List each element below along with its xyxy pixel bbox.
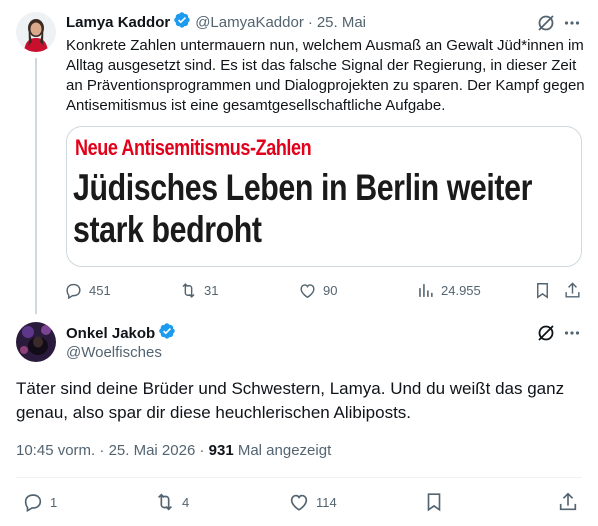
repost-button[interactable]: 4 [154,491,189,513]
grok-icon[interactable] [536,323,556,348]
verified-badge-icon [173,11,191,33]
more-icon[interactable] [562,323,582,348]
reply-count: 451 [89,283,111,298]
tweet-header: Onkel Jakob [66,322,176,344]
reply-button[interactable]: 451 [64,281,111,300]
tweet-header: Lamya Kaddor @LamyaKaddor · 25. Mai [66,12,366,32]
like-icon [298,281,317,300]
handle[interactable]: @LamyaKaddor [195,14,304,31]
thread-line [35,58,37,314]
grok-icon[interactable] [536,13,556,38]
like-icon [288,491,310,513]
repost-icon [154,491,176,513]
divider [16,477,582,478]
like-button[interactable]: 114 [288,491,337,513]
verified-badge-icon [158,322,176,344]
bookmark-icon[interactable] [423,491,445,518]
share-icon[interactable] [563,281,582,305]
repost-icon [179,281,198,300]
views-count: 24.955 [441,283,481,298]
views-button[interactable]: 24.955 [416,281,481,300]
card-headline: Jüdisches Leben in Berlin weiter stark b… [73,167,532,250]
like-button[interactable]: 90 [298,281,337,300]
display-name[interactable]: Onkel Jakob [66,325,155,342]
more-icon[interactable] [562,13,582,38]
like-count: 114 [316,494,337,510]
card-kicker: Neue Antisemitismus-Zahlen [75,135,312,160]
tweet-text: Konkrete Zahlen untermauern nun, welchem… [66,37,585,114]
display-name[interactable]: Lamya Kaddor [66,14,170,31]
separator: · [199,442,205,459]
reply-count: 1 [50,494,58,510]
reply-icon [64,281,83,300]
tweet-text: Täter sind deine Brüder und Schwestern, … [16,379,565,422]
tweet-date[interactable]: 25. Mai 2026 [109,442,196,459]
tweet-date[interactable]: 25. Mai [317,14,366,31]
avatar-onkel-jakob[interactable] [16,322,56,362]
separator: · [99,442,105,459]
views-icon [416,281,435,300]
repost-count: 31 [204,283,219,298]
avatar-lamya-kaddor[interactable] [16,12,56,52]
view-label: Mal angezeigt [237,442,332,459]
tweet-meta: 10:45 vorm. · 25. Mai 2026 · 931 Mal ang… [16,442,331,459]
separator: · [307,13,313,31]
repost-count: 4 [182,494,190,510]
bookmark-icon[interactable] [533,281,552,305]
share-icon[interactable] [557,491,579,518]
reply-button[interactable]: 1 [22,491,57,513]
repost-button[interactable]: 31 [179,281,218,300]
view-count: 931 [208,442,234,459]
link-card[interactable]: Neue Antisemitismus-Zahlen Jüdisches Leb… [66,126,582,267]
like-count: 90 [323,283,338,298]
reply-icon [22,491,44,513]
tweet-time[interactable]: 10:45 vorm. [16,442,95,459]
handle[interactable]: @Woelfisches [66,344,162,361]
